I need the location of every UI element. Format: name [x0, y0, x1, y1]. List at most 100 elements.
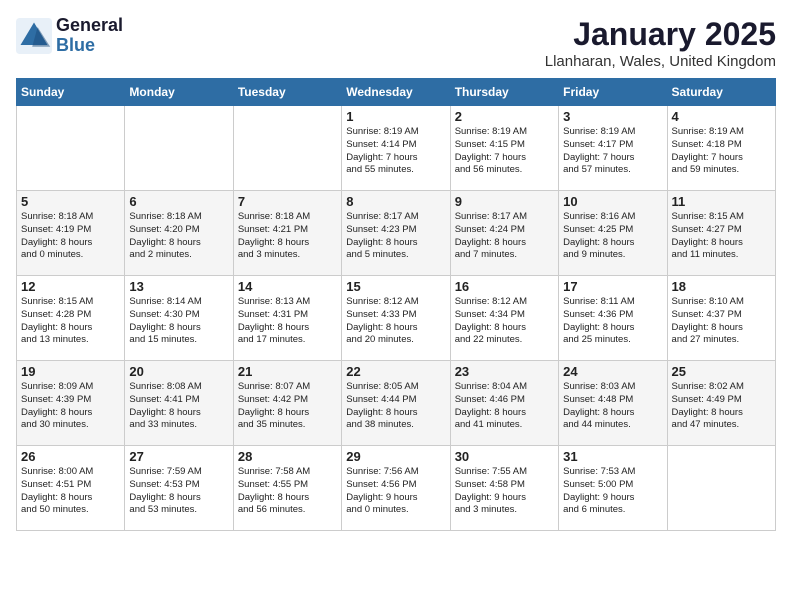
day-info: Sunrise: 8:09 AM Sunset: 4:39 PM Dayligh…	[21, 381, 120, 432]
day-info: Sunrise: 8:19 AM Sunset: 4:15 PM Dayligh…	[455, 126, 554, 177]
calendar-cell: 10 Sunrise: 8:16 AM Sunset: 4:25 PM Dayli…	[559, 191, 667, 276]
calendar-cell: 23 Sunrise: 8:04 AM Sunset: 4:46 PM Dayli…	[450, 361, 558, 446]
calendar-cell: 19 Sunrise: 8:09 AM Sunset: 4:39 PM Dayli…	[17, 361, 125, 446]
title-block: January 2025 Llanharan, Wales, United Ki…	[545, 16, 776, 70]
day-number: 19	[21, 364, 120, 379]
day-number: 7	[238, 194, 337, 209]
day-number: 31	[563, 449, 662, 464]
day-info: Sunrise: 7:55 AM Sunset: 4:58 PM Dayligh…	[455, 466, 554, 517]
calendar-cell: 27Sunrise: 7:59 AM Sunset: 4:53 PM Dayli…	[125, 446, 233, 531]
day-number: 9	[455, 194, 554, 209]
day-info: Sunrise: 8:03 AM Sunset: 4:48 PM Dayligh…	[563, 381, 662, 432]
calendar-cell: 4Sunrise: 8:19 AM Sunset: 4:18 PM Daylig…	[667, 106, 775, 191]
calendar-cell: 2 Sunrise: 8:19 AM Sunset: 4:15 PM Daylig…	[450, 106, 558, 191]
day-number: 10	[563, 194, 662, 209]
day-info: Sunrise: 8:08 AM Sunset: 4:41 PM Dayligh…	[129, 381, 228, 432]
day-number: 30	[455, 449, 554, 464]
header-cell-wednesday: Wednesday	[342, 79, 450, 106]
day-number: 20	[129, 364, 228, 379]
day-info: Sunrise: 8:18 AM Sunset: 4:19 PM Dayligh…	[21, 211, 120, 262]
calendar-cell: 31 Sunrise: 7:53 AM Sunset: 5:00 PM Dayli…	[559, 446, 667, 531]
day-number: 27	[129, 449, 228, 464]
header-cell-sunday: Sunday	[17, 79, 125, 106]
day-number: 6	[129, 194, 228, 209]
calendar-cell: 6 Sunrise: 8:18 AM Sunset: 4:20 PM Daylig…	[125, 191, 233, 276]
day-info: Sunrise: 8:13 AM Sunset: 4:31 PM Dayligh…	[238, 296, 337, 347]
calendar-cell: 30 Sunrise: 7:55 AM Sunset: 4:58 PM Dayli…	[450, 446, 558, 531]
calendar-week-4: 26 Sunrise: 8:00 AM Sunset: 4:51 PM Dayli…	[17, 446, 776, 531]
day-info: Sunrise: 8:19 AM Sunset: 4:18 PM Dayligh…	[672, 126, 771, 177]
calendar-cell	[17, 106, 125, 191]
calendar-cell: 12Sunrise: 8:15 AM Sunset: 4:28 PM Dayli…	[17, 276, 125, 361]
day-number: 28	[238, 449, 337, 464]
calendar-cell: 28 Sunrise: 7:58 AM Sunset: 4:55 PM Dayli…	[233, 446, 341, 531]
calendar-cell	[125, 106, 233, 191]
calendar-week-0: 1 Sunrise: 8:19 AM Sunset: 4:14 PM Daylig…	[17, 106, 776, 191]
calendar-cell: 15Sunrise: 8:12 AM Sunset: 4:33 PM Dayli…	[342, 276, 450, 361]
calendar-cell: 29Sunrise: 7:56 AM Sunset: 4:56 PM Dayli…	[342, 446, 450, 531]
page-header: General Blue January 2025 Llanharan, Wal…	[16, 16, 776, 70]
calendar-table: SundayMondayTuesdayWednesdayThursdayFrid…	[16, 78, 776, 531]
day-info: Sunrise: 8:18 AM Sunset: 4:21 PM Dayligh…	[238, 211, 337, 262]
header-cell-tuesday: Tuesday	[233, 79, 341, 106]
calendar-cell	[667, 446, 775, 531]
day-number: 17	[563, 279, 662, 294]
day-info: Sunrise: 8:17 AM Sunset: 4:23 PM Dayligh…	[346, 211, 445, 262]
day-number: 8	[346, 194, 445, 209]
logo-line2: Blue	[56, 36, 123, 56]
header-cell-friday: Friday	[559, 79, 667, 106]
calendar-cell: 14 Sunrise: 8:13 AM Sunset: 4:31 PM Dayli…	[233, 276, 341, 361]
day-info: Sunrise: 7:58 AM Sunset: 4:55 PM Dayligh…	[238, 466, 337, 517]
day-number: 11	[672, 194, 771, 209]
calendar-cell: 9Sunrise: 8:17 AM Sunset: 4:24 PM Daylig…	[450, 191, 558, 276]
day-number: 26	[21, 449, 120, 464]
day-info: Sunrise: 8:15 AM Sunset: 4:28 PM Dayligh…	[21, 296, 120, 347]
day-number: 13	[129, 279, 228, 294]
calendar-cell: 26 Sunrise: 8:00 AM Sunset: 4:51 PM Dayli…	[17, 446, 125, 531]
day-info: Sunrise: 8:12 AM Sunset: 4:34 PM Dayligh…	[455, 296, 554, 347]
day-number: 14	[238, 279, 337, 294]
day-info: Sunrise: 8:00 AM Sunset: 4:51 PM Dayligh…	[21, 466, 120, 517]
day-number: 23	[455, 364, 554, 379]
day-number: 21	[238, 364, 337, 379]
calendar-cell: 7 Sunrise: 8:18 AM Sunset: 4:21 PM Daylig…	[233, 191, 341, 276]
header-cell-saturday: Saturday	[667, 79, 775, 106]
calendar-cell: 5 Sunrise: 8:18 AM Sunset: 4:19 PM Daylig…	[17, 191, 125, 276]
day-number: 3	[563, 109, 662, 124]
calendar-cell: 25 Sunrise: 8:02 AM Sunset: 4:49 PM Dayli…	[667, 361, 775, 446]
calendar-week-2: 12Sunrise: 8:15 AM Sunset: 4:28 PM Dayli…	[17, 276, 776, 361]
calendar-week-3: 19 Sunrise: 8:09 AM Sunset: 4:39 PM Dayli…	[17, 361, 776, 446]
day-number: 2	[455, 109, 554, 124]
calendar-cell: 11Sunrise: 8:15 AM Sunset: 4:27 PM Dayli…	[667, 191, 775, 276]
calendar-cell: 3 Sunrise: 8:19 AM Sunset: 4:17 PM Daylig…	[559, 106, 667, 191]
day-number: 25	[672, 364, 771, 379]
logo-icon	[16, 18, 52, 54]
day-info: Sunrise: 8:12 AM Sunset: 4:33 PM Dayligh…	[346, 296, 445, 347]
calendar-cell: 13Sunrise: 8:14 AM Sunset: 4:30 PM Dayli…	[125, 276, 233, 361]
day-number: 29	[346, 449, 445, 464]
calendar-header: SundayMondayTuesdayWednesdayThursdayFrid…	[17, 79, 776, 106]
day-info: Sunrise: 7:53 AM Sunset: 5:00 PM Dayligh…	[563, 466, 662, 517]
calendar-cell: 22Sunrise: 8:05 AM Sunset: 4:44 PM Dayli…	[342, 361, 450, 446]
day-info: Sunrise: 8:19 AM Sunset: 4:17 PM Dayligh…	[563, 126, 662, 177]
header-cell-thursday: Thursday	[450, 79, 558, 106]
day-number: 1	[346, 109, 445, 124]
day-info: Sunrise: 8:16 AM Sunset: 4:25 PM Dayligh…	[563, 211, 662, 262]
day-info: Sunrise: 8:04 AM Sunset: 4:46 PM Dayligh…	[455, 381, 554, 432]
header-cell-monday: Monday	[125, 79, 233, 106]
day-info: Sunrise: 8:02 AM Sunset: 4:49 PM Dayligh…	[672, 381, 771, 432]
calendar-title: January 2025	[545, 16, 776, 53]
calendar-cell: 21 Sunrise: 8:07 AM Sunset: 4:42 PM Dayli…	[233, 361, 341, 446]
day-info: Sunrise: 8:11 AM Sunset: 4:36 PM Dayligh…	[563, 296, 662, 347]
day-number: 24	[563, 364, 662, 379]
calendar-week-1: 5 Sunrise: 8:18 AM Sunset: 4:19 PM Daylig…	[17, 191, 776, 276]
day-info: Sunrise: 8:07 AM Sunset: 4:42 PM Dayligh…	[238, 381, 337, 432]
calendar-body: 1 Sunrise: 8:19 AM Sunset: 4:14 PM Daylig…	[17, 106, 776, 531]
calendar-cell: 20 Sunrise: 8:08 AM Sunset: 4:41 PM Dayli…	[125, 361, 233, 446]
logo-line1: General	[56, 16, 123, 36]
day-info: Sunrise: 8:19 AM Sunset: 4:14 PM Dayligh…	[346, 126, 445, 177]
logo: General Blue	[16, 16, 123, 56]
day-number: 16	[455, 279, 554, 294]
day-number: 5	[21, 194, 120, 209]
day-info: Sunrise: 8:18 AM Sunset: 4:20 PM Dayligh…	[129, 211, 228, 262]
